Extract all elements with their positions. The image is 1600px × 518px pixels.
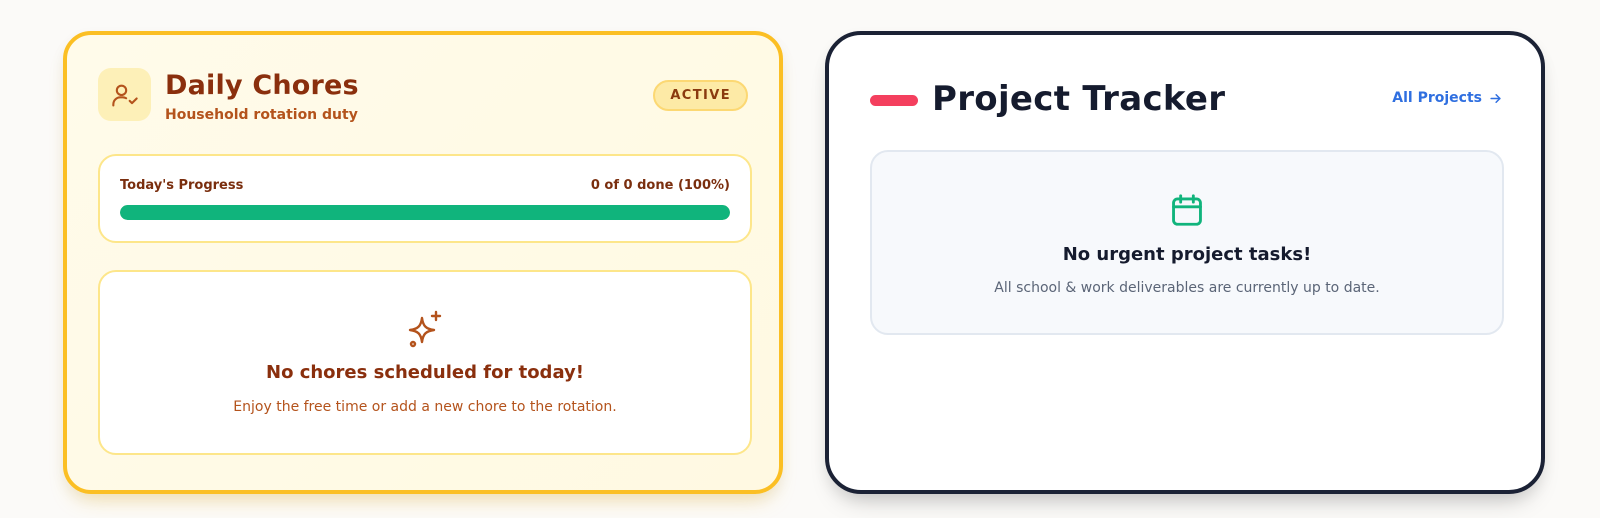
project-title: Project Tracker xyxy=(932,79,1226,119)
progress-bar xyxy=(120,205,730,220)
chores-empty-state: No chores scheduled for today! Enjoy the… xyxy=(98,270,752,455)
accent-bar xyxy=(870,95,918,106)
user-check-icon xyxy=(98,68,151,121)
progress-value: 0 of 0 done (100%) xyxy=(590,178,730,193)
progress-label: Today's Progress xyxy=(120,178,244,193)
calendar-icon xyxy=(1172,194,1202,226)
project-empty-title: No urgent project tasks! xyxy=(1062,244,1312,265)
chores-title: Daily Chores xyxy=(165,70,359,101)
chores-empty-title: No chores scheduled for today! xyxy=(266,362,584,383)
chores-empty-text: Enjoy the free time or add a new chore t… xyxy=(233,399,617,415)
arrow-right-icon xyxy=(1490,93,1501,103)
all-projects-link[interactable]: All Projects xyxy=(1392,90,1503,106)
chores-header: Daily Chores Household rotation duty ACT… xyxy=(98,68,748,128)
dashboard-stage: Daily Chores Household rotation duty ACT… xyxy=(0,0,1600,518)
progress-panel: Today's Progress 0 of 0 done (100%) xyxy=(98,154,752,243)
chores-subtitle: Household rotation duty xyxy=(165,107,358,123)
status-badge: ACTIVE xyxy=(653,80,748,111)
daily-chores-card: Daily Chores Household rotation duty ACT… xyxy=(63,31,783,494)
project-tracker-card: Project Tracker All Projects No urgent p… xyxy=(825,31,1545,494)
sparkles-icon xyxy=(408,310,442,348)
all-projects-label: All Projects xyxy=(1392,90,1482,106)
project-empty-state: No urgent project tasks! All school & wo… xyxy=(870,150,1504,335)
progress-bar-fill xyxy=(120,205,730,220)
project-empty-text: All school & work deliverables are curre… xyxy=(994,280,1380,296)
